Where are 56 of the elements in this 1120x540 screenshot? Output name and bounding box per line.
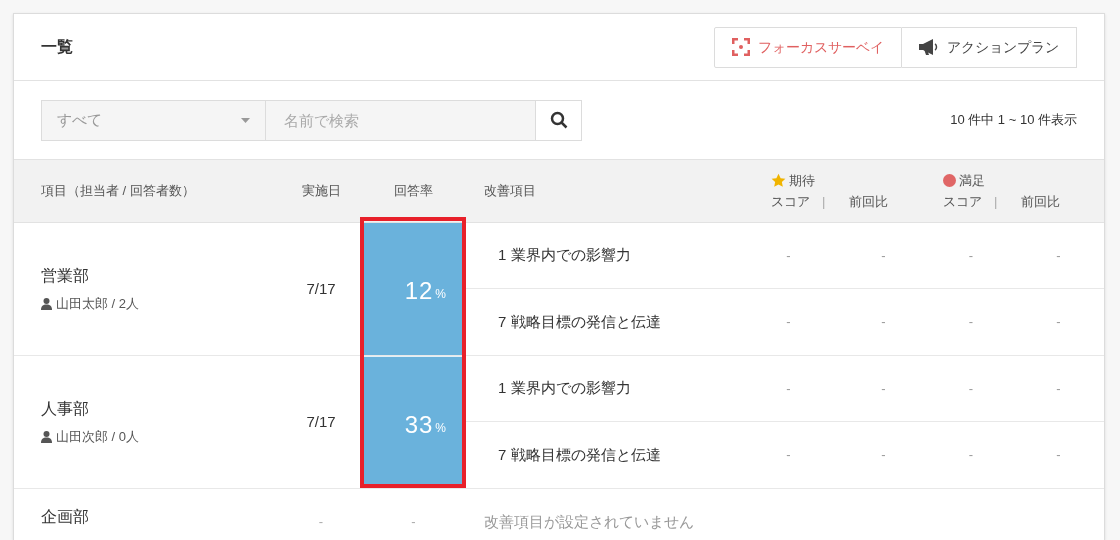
person-count: 山田太郎 / 2人 (56, 295, 140, 314)
column-header: スコア (771, 193, 810, 211)
department-name: 人事部 (41, 399, 90, 420)
improvement-item: 7 戦略目標の発信と伝達 (498, 444, 661, 465)
column-separator: | (822, 193, 826, 211)
date-cell-text: - (318, 513, 324, 532)
score-cell-text: - (1056, 446, 1061, 465)
column-header: 前回比 (848, 193, 889, 211)
action-plan-button[interactable]: アクションプラン (902, 26, 1077, 68)
empty-note: 改善項目が設定されていません (484, 511, 694, 532)
score-cell-text: - (968, 379, 974, 398)
column-header: 実施日 (300, 182, 342, 201)
response-rate-cell-text: - (411, 513, 416, 532)
department-name: 営業部 (41, 266, 90, 287)
department-name: 企画部 (41, 507, 90, 527)
focus-survey-button[interactable]: フォーカスサーベイ (714, 26, 902, 68)
score-cell-text: - (1056, 379, 1061, 398)
focus-icon (732, 38, 750, 56)
score-cell-text: - (881, 313, 886, 332)
group-label: 期待 (789, 171, 815, 190)
date-cell-text: 7/17 (306, 411, 336, 432)
column-header: 項目（担当者 / 回答者数） (40, 182, 196, 201)
improvement-item: 1 業界内での影響力 (498, 378, 631, 399)
improvement-item: 7 戦略目標の発信と伝達 (498, 311, 661, 332)
score-cell-text: - (881, 246, 886, 265)
score-cell-text: - (786, 379, 791, 398)
score-cell-text: - (968, 246, 974, 265)
search-button[interactable] (536, 99, 582, 141)
search-field[interactable]: 名前で検索 (266, 99, 536, 141)
megaphone-icon (919, 38, 939, 56)
panel-title: 一覧 (41, 37, 73, 57)
column-header: 改善項目 (483, 182, 537, 201)
filter-select[interactable]: すべて (41, 99, 266, 141)
search-icon (549, 111, 568, 129)
person-count: 山田次郎 / 0人 (56, 428, 140, 447)
score-cell-text: - (881, 446, 886, 465)
person-icon (41, 298, 52, 310)
caret-icon (241, 117, 250, 123)
score-cell-text: - (1056, 246, 1061, 265)
column-header: 前回比 (1020, 193, 1061, 211)
column-header: 回答率 (393, 182, 434, 201)
score-cell-text: - (881, 379, 886, 398)
score-cell-text: - (786, 313, 791, 332)
score-cell-text: - (786, 246, 791, 265)
score-cell-text: - (786, 446, 791, 465)
score-cell-text: - (968, 446, 974, 465)
column-header: スコア (943, 193, 982, 211)
score-cell-text: - (1056, 313, 1061, 332)
date-cell-text: 7/17 (306, 278, 336, 299)
result-count: 10 件中 1 ~ 10 件表示 (950, 111, 1077, 130)
person-icon (41, 431, 52, 443)
response-rate-cell: 12% (363, 223, 464, 355)
group-label: 満足 (959, 171, 985, 190)
improvement-item: 1 業界内での影響力 (498, 245, 631, 266)
score-cell-text: - (968, 313, 974, 332)
column-separator: | (994, 193, 998, 211)
